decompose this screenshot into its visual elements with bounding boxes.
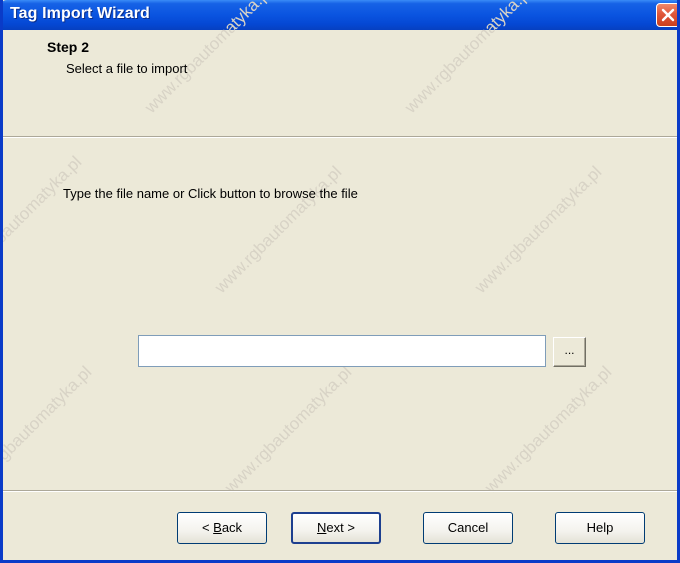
wizard-window: Tag Import Wizard www.rgbautomatyka.pl w… (0, 0, 680, 563)
instruction-text: Type the file name or Click button to br… (63, 186, 358, 201)
watermark: www.rgbautomatyka.pl (480, 362, 616, 497)
help-button[interactable]: Help (555, 512, 645, 544)
browse-button[interactable]: ... (553, 337, 586, 367)
watermark: www.rgbautomatyka.pl (0, 362, 96, 497)
watermark: www.rgbautomatyka.pl (0, 152, 86, 287)
step-title: Step 2 (47, 39, 90, 55)
file-path-input[interactable] (138, 335, 546, 367)
title-bar[interactable]: Tag Import Wizard (3, 0, 677, 30)
next-button[interactable]: Next > (291, 512, 381, 544)
cancel-button-label: Cancel (447, 520, 489, 535)
watermark: www.rgbautomatyka.pl (470, 162, 606, 297)
step-subtitle: Select a file to import (66, 61, 188, 76)
close-button[interactable] (656, 3, 677, 27)
next-button-label: Next > (317, 520, 355, 535)
cancel-button[interactable]: Cancel (423, 512, 513, 544)
window-title: Tag Import Wizard (10, 5, 150, 22)
close-icon (661, 8, 675, 22)
watermark: www.rgbautomatyka.pl (210, 162, 346, 297)
footer-divider (3, 490, 677, 492)
help-button-label: Help (586, 520, 614, 535)
back-button[interactable]: < Back (177, 512, 267, 544)
step-header (3, 30, 677, 136)
watermark: www.rgbautomatyka.pl (220, 362, 356, 497)
header-divider (3, 136, 677, 138)
back-button-label: < Back (201, 520, 243, 535)
